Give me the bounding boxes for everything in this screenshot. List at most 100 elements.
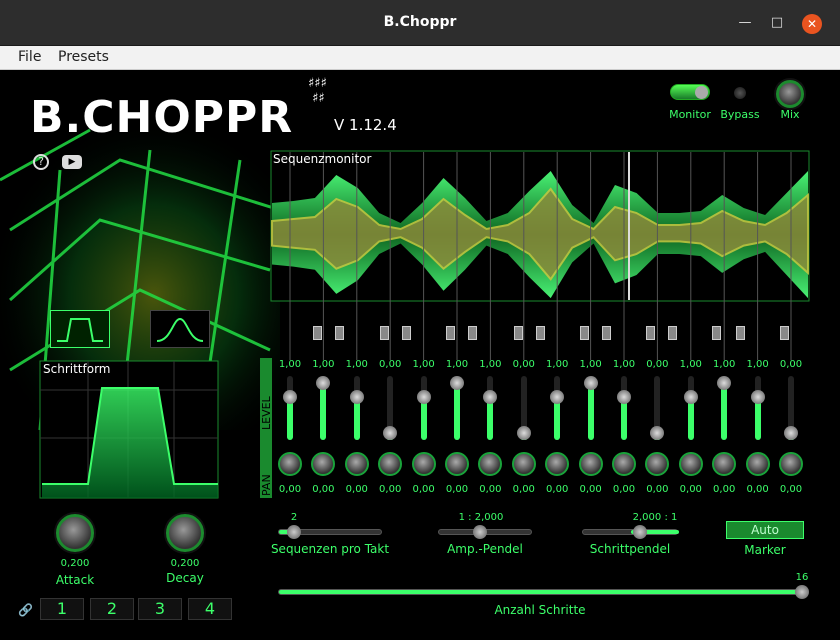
level-value: 1,00 bbox=[713, 359, 736, 370]
sequences-slider[interactable] bbox=[278, 525, 382, 539]
level-value: 1,00 bbox=[679, 359, 702, 370]
pan-knob[interactable] bbox=[545, 452, 570, 476]
step-marker[interactable] bbox=[580, 326, 589, 340]
close-icon[interactable]: ✕ bbox=[802, 14, 822, 34]
step-marker[interactable] bbox=[712, 326, 721, 340]
pan-knob[interactable] bbox=[411, 452, 436, 476]
level-slider[interactable] bbox=[750, 376, 765, 440]
level-thumb[interactable] bbox=[617, 389, 631, 404]
level-slider[interactable] bbox=[450, 375, 464, 440]
menu-presets[interactable]: Presets bbox=[58, 49, 109, 65]
step-count-slider[interactable] bbox=[278, 585, 809, 599]
pan-knob[interactable] bbox=[578, 452, 603, 476]
step-marker[interactable] bbox=[446, 326, 455, 340]
level-slider[interactable] bbox=[784, 376, 798, 441]
level-slider[interactable] bbox=[617, 376, 631, 440]
link-icon[interactable]: 🔗 bbox=[18, 603, 33, 617]
pan-knob[interactable] bbox=[445, 452, 469, 476]
help-icon[interactable]: ? bbox=[33, 154, 49, 170]
step-marker[interactable] bbox=[668, 326, 677, 340]
maximize-icon[interactable]: □ bbox=[768, 14, 786, 32]
mix-knob[interactable] bbox=[776, 80, 804, 108]
step-swing-value: 2,000 : 1 bbox=[632, 512, 678, 523]
pattern-button-4[interactable]: 4 bbox=[188, 598, 232, 620]
minimize-icon[interactable]: — bbox=[736, 14, 754, 32]
step-marker[interactable] bbox=[468, 326, 477, 340]
level-thumb[interactable] bbox=[550, 389, 565, 404]
pan-knob[interactable] bbox=[344, 452, 369, 476]
monitor-label: Monitor bbox=[669, 108, 711, 121]
bypass-button[interactable] bbox=[734, 87, 746, 99]
step-marker[interactable] bbox=[780, 326, 789, 340]
step-marker[interactable] bbox=[335, 326, 344, 340]
level-thumb[interactable] bbox=[583, 375, 598, 390]
shape-square-button[interactable] bbox=[50, 310, 110, 348]
level-thumb[interactable] bbox=[750, 389, 765, 404]
pan-knob[interactable] bbox=[612, 452, 636, 476]
sequence-monitor-title: Sequenzmonitor bbox=[273, 152, 372, 166]
window-title: B.Choppr bbox=[383, 14, 457, 30]
level-slider[interactable] bbox=[583, 375, 598, 440]
step-marker[interactable] bbox=[514, 326, 523, 340]
sharp-icon: ♯♯♯ ♯♯ bbox=[308, 76, 327, 106]
level-thumb[interactable] bbox=[717, 375, 732, 390]
level-slider[interactable] bbox=[316, 375, 331, 440]
step-marker[interactable] bbox=[536, 326, 545, 340]
step-marker[interactable] bbox=[313, 326, 322, 340]
level-value: 1,00 bbox=[312, 359, 335, 370]
level-slider[interactable] bbox=[683, 376, 698, 440]
pan-knob[interactable] bbox=[779, 452, 803, 476]
step-swing-slider[interactable] bbox=[582, 525, 679, 539]
pan-knob[interactable] bbox=[678, 452, 703, 476]
level-thumb[interactable] bbox=[683, 389, 698, 404]
level-thumb[interactable] bbox=[516, 426, 531, 441]
plugin-area: B.CHOPPR V 1.12.4 ♯♯♯ ♯♯ ? ▶ Monitor Byp… bbox=[0, 70, 840, 640]
level-thumb[interactable] bbox=[416, 389, 431, 404]
step-marker[interactable] bbox=[602, 326, 611, 340]
version-label: V 1.12.4 bbox=[334, 116, 397, 134]
shape-sine-button[interactable] bbox=[150, 310, 210, 348]
pattern-button-3[interactable]: 3 bbox=[138, 598, 182, 620]
pattern-button-1[interactable]: 1 bbox=[40, 598, 84, 620]
level-slider[interactable] bbox=[650, 376, 665, 441]
monitor-toggle[interactable] bbox=[670, 84, 710, 100]
step-marker[interactable] bbox=[402, 326, 411, 340]
marker-auto-button[interactable]: Auto bbox=[726, 521, 804, 539]
level-thumb[interactable] bbox=[283, 389, 297, 404]
level-slider[interactable] bbox=[383, 376, 398, 441]
decay-knob[interactable] bbox=[166, 514, 204, 552]
level-thumb[interactable] bbox=[349, 389, 364, 404]
step-marker[interactable] bbox=[736, 326, 745, 340]
pan-value: 0,00 bbox=[512, 484, 535, 495]
pan-value: 0,00 bbox=[479, 484, 502, 495]
level-slider[interactable] bbox=[483, 376, 498, 440]
amp-swing-slider[interactable] bbox=[438, 525, 532, 539]
pan-knob[interactable] bbox=[712, 452, 737, 476]
menu-bar: File Presets bbox=[0, 46, 840, 70]
level-value: 0,00 bbox=[512, 359, 535, 370]
pan-value: 0,00 bbox=[713, 484, 736, 495]
decay-value: 0,200 bbox=[170, 558, 200, 569]
level-value: 0,00 bbox=[779, 359, 803, 370]
menu-file[interactable]: File bbox=[18, 49, 41, 65]
level-slider[interactable] bbox=[516, 376, 531, 441]
pan-knob[interactable] bbox=[511, 452, 536, 476]
step-count-label: Anzahl Schritte bbox=[494, 603, 586, 617]
pan-knob[interactable] bbox=[745, 452, 770, 476]
step-marker[interactable] bbox=[380, 326, 389, 340]
level-slider[interactable] bbox=[349, 376, 364, 440]
level-thumb[interactable] bbox=[450, 375, 464, 390]
level-value: 1,00 bbox=[746, 359, 769, 370]
level-slider[interactable] bbox=[550, 376, 565, 440]
level-slider[interactable] bbox=[283, 376, 297, 440]
youtube-icon[interactable]: ▶ bbox=[62, 155, 82, 169]
step-marker[interactable] bbox=[646, 326, 655, 340]
pattern-button-2[interactable]: 2 bbox=[90, 598, 134, 620]
attack-knob[interactable] bbox=[56, 514, 94, 552]
pan-knob[interactable] bbox=[378, 452, 403, 476]
pan-value: 0,00 bbox=[445, 484, 469, 495]
level-slider[interactable] bbox=[717, 375, 732, 440]
pan-knob[interactable] bbox=[278, 452, 302, 476]
level-slider[interactable] bbox=[416, 376, 431, 440]
pan-value: 0,00 bbox=[579, 484, 602, 495]
